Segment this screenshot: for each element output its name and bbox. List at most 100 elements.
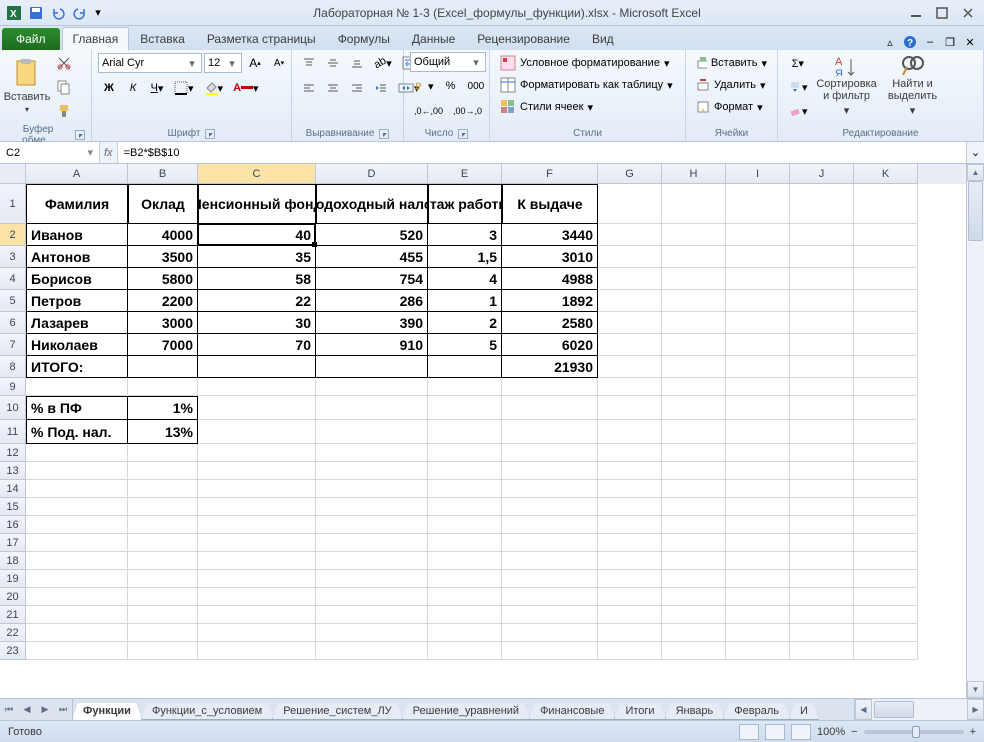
cell-D7[interactable]: 910 xyxy=(316,334,428,356)
cell-A20[interactable] xyxy=(26,588,128,606)
cell-D12[interactable] xyxy=(316,444,428,462)
cell-E13[interactable] xyxy=(428,462,502,480)
cell-G11[interactable] xyxy=(598,420,662,444)
cell-F17[interactable] xyxy=(502,534,598,552)
cell-G13[interactable] xyxy=(598,462,662,480)
cell-K2[interactable] xyxy=(854,224,918,246)
cell-F12[interactable] xyxy=(502,444,598,462)
cell-C19[interactable] xyxy=(198,570,316,588)
tab-review[interactable]: Рецензирование xyxy=(466,27,581,50)
cell-H13[interactable] xyxy=(662,462,726,480)
cell-C5[interactable]: 22 xyxy=(198,290,316,312)
borders-button[interactable]: ▾ xyxy=(170,77,198,99)
cell-E2[interactable]: 3 xyxy=(428,224,502,246)
tab-page-layout[interactable]: Разметка страницы xyxy=(196,27,327,50)
cell-D5[interactable]: 286 xyxy=(316,290,428,312)
cell-G22[interactable] xyxy=(598,624,662,642)
cell-K10[interactable] xyxy=(854,396,918,420)
cell-F7[interactable]: 6020 xyxy=(502,334,598,356)
cell-I3[interactable] xyxy=(726,246,790,268)
cell-D4[interactable]: 754 xyxy=(316,268,428,290)
cell-G8[interactable] xyxy=(598,356,662,378)
cell-E1[interactable]: Стаж работы xyxy=(428,184,502,224)
sheet-tab-5[interactable]: Итоги xyxy=(614,703,665,720)
cell-B15[interactable] xyxy=(128,498,198,516)
cell-J22[interactable] xyxy=(790,624,854,642)
cell-B9[interactable] xyxy=(128,378,198,396)
row-header-22[interactable]: 22 xyxy=(0,624,26,642)
font-family-combo[interactable]: Arial Cyr▾ xyxy=(98,53,202,73)
insert-cells-button[interactable]: Вставить▾ xyxy=(692,52,771,74)
row-header-15[interactable]: 15 xyxy=(0,498,26,516)
cell-A1[interactable]: Фамилия xyxy=(26,184,128,224)
cell-H22[interactable] xyxy=(662,624,726,642)
cell-G2[interactable] xyxy=(598,224,662,246)
cell-F4[interactable]: 4988 xyxy=(502,268,598,290)
cell-A11[interactable]: % Под. нал. xyxy=(26,420,128,444)
sheet-tab-1[interactable]: Функции_с_условием xyxy=(141,703,273,720)
cell-G3[interactable] xyxy=(598,246,662,268)
zoom-out-button[interactable]: − xyxy=(851,726,857,738)
row-header-9[interactable]: 9 xyxy=(0,378,26,396)
row-header-18[interactable]: 18 xyxy=(0,552,26,570)
cell-H18[interactable] xyxy=(662,552,726,570)
cell-I6[interactable] xyxy=(726,312,790,334)
font-launcher[interactable] xyxy=(205,129,215,139)
cell-H10[interactable] xyxy=(662,396,726,420)
tab-insert[interactable]: Вставка xyxy=(129,27,196,50)
cell-F20[interactable] xyxy=(502,588,598,606)
cell-J21[interactable] xyxy=(790,606,854,624)
font-size-combo[interactable]: 12▾ xyxy=(204,53,242,73)
cell-B5[interactable]: 2200 xyxy=(128,290,198,312)
cell-H9[interactable] xyxy=(662,378,726,396)
scroll-down-button[interactable]: ▼ xyxy=(967,681,984,698)
cell-F23[interactable] xyxy=(502,642,598,660)
currency-button[interactable]: ₽▾ xyxy=(410,75,438,97)
cell-G16[interactable] xyxy=(598,516,662,534)
column-header-B[interactable]: B xyxy=(128,164,198,184)
cell-B17[interactable] xyxy=(128,534,198,552)
cell-K19[interactable] xyxy=(854,570,918,588)
cell-K17[interactable] xyxy=(854,534,918,552)
decrease-decimal-button[interactable]: ,00→,0 xyxy=(449,100,486,122)
cell-D23[interactable] xyxy=(316,642,428,660)
expand-formula-bar[interactable]: ⌄ xyxy=(966,142,984,163)
cell-G4[interactable] xyxy=(598,268,662,290)
cell-G10[interactable] xyxy=(598,396,662,420)
cell-D2[interactable]: 520 xyxy=(316,224,428,246)
row-header-2[interactable]: 2 xyxy=(0,224,26,246)
row-header-6[interactable]: 6 xyxy=(0,312,26,334)
cell-B1[interactable]: Оклад xyxy=(128,184,198,224)
clear-button[interactable]: ▾ xyxy=(784,100,812,122)
cell-D1[interactable]: Подоходный налог xyxy=(316,184,428,224)
cell-A17[interactable] xyxy=(26,534,128,552)
cell-A6[interactable]: Лазарев xyxy=(26,312,128,334)
cell-J1[interactable] xyxy=(790,184,854,224)
cell-C15[interactable] xyxy=(198,498,316,516)
cell-E22[interactable] xyxy=(428,624,502,642)
cell-A13[interactable] xyxy=(26,462,128,480)
save-icon[interactable] xyxy=(26,3,46,23)
cell-I9[interactable] xyxy=(726,378,790,396)
cell-E20[interactable] xyxy=(428,588,502,606)
align-center-button[interactable] xyxy=(322,77,344,99)
cell-A21[interactable] xyxy=(26,606,128,624)
cell-I21[interactable] xyxy=(726,606,790,624)
align-top-button[interactable] xyxy=(298,52,320,74)
row-header-20[interactable]: 20 xyxy=(0,588,26,606)
alignment-launcher[interactable] xyxy=(379,129,389,139)
cell-G6[interactable] xyxy=(598,312,662,334)
file-tab[interactable]: Файл xyxy=(2,28,60,50)
cell-K18[interactable] xyxy=(854,552,918,570)
cell-E3[interactable]: 1,5 xyxy=(428,246,502,268)
cell-E4[interactable]: 4 xyxy=(428,268,502,290)
cell-B21[interactable] xyxy=(128,606,198,624)
cell-H14[interactable] xyxy=(662,480,726,498)
cell-K8[interactable] xyxy=(854,356,918,378)
cell-F5[interactable]: 1892 xyxy=(502,290,598,312)
tab-home[interactable]: Главная xyxy=(62,27,130,51)
cell-B14[interactable] xyxy=(128,480,198,498)
bold-button[interactable]: Ж xyxy=(98,77,120,99)
cell-E8[interactable] xyxy=(428,356,502,378)
row-header-13[interactable]: 13 xyxy=(0,462,26,480)
